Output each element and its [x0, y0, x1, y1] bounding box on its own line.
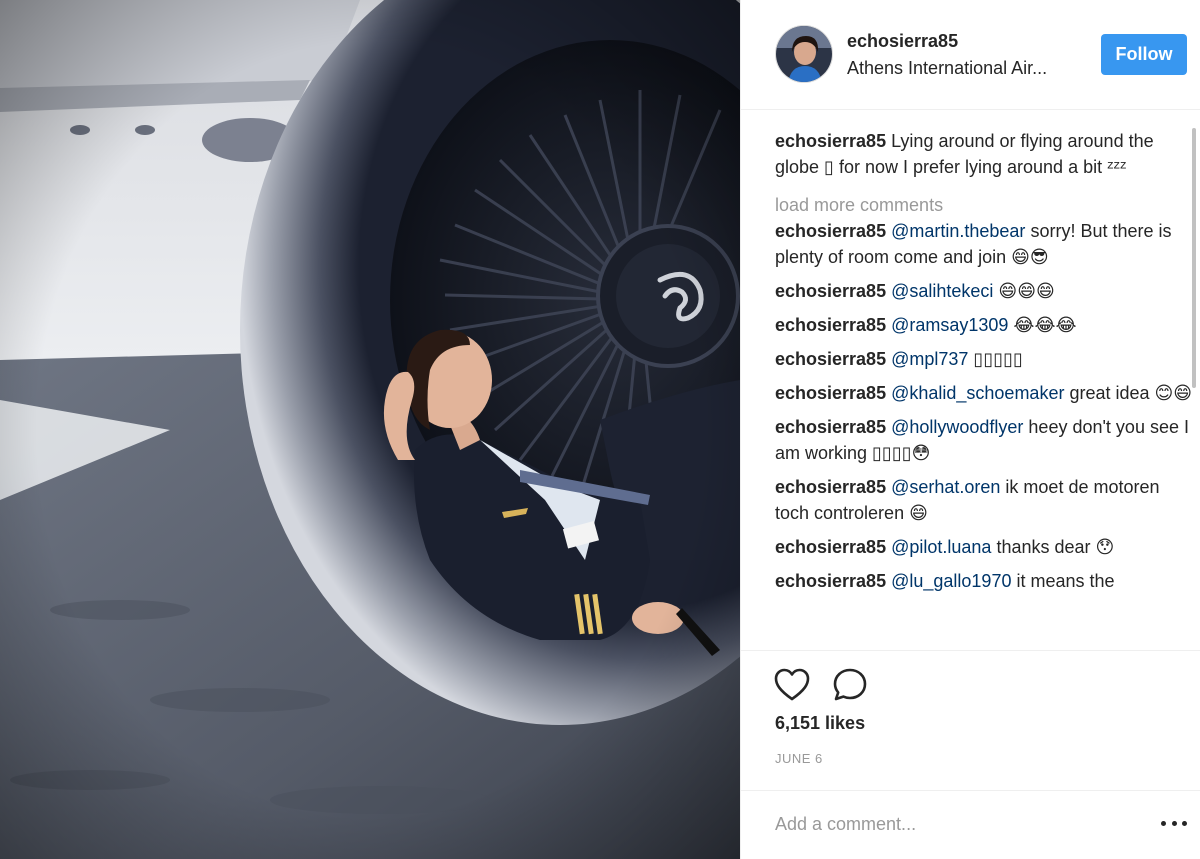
comment-mention[interactable]: @salihtekeci — [891, 281, 993, 301]
comment-text: great idea 😊😄 — [1064, 383, 1193, 403]
post-date[interactable]: JUNE 6 — [775, 751, 823, 766]
post-location[interactable]: Athens International Air... — [847, 58, 1079, 79]
comment-item: echosierra85 @martin.thebear sorry! But … — [775, 218, 1193, 270]
post-actions: 6,151 likes JUNE 6 — [741, 650, 1200, 790]
comment-username[interactable]: echosierra85 — [775, 417, 886, 437]
comment-item: echosierra85 @serhat.oren ik moet de mot… — [775, 474, 1193, 526]
comment-text: 😄😄😄 — [993, 281, 1055, 301]
comment-mention[interactable]: @khalid_schoemaker — [891, 383, 1064, 403]
more-dot — [1182, 820, 1187, 826]
comment-item: echosierra85 @hollywoodflyer heey don't … — [775, 414, 1193, 466]
photo-illustration — [0, 0, 740, 859]
comment-item: echosierra85 @khalid_schoemaker great id… — [775, 380, 1193, 406]
comment-mention[interactable]: @serhat.oren — [891, 477, 1000, 497]
comment-item: echosierra85 @pilot.luana thanks dear 😯 — [775, 534, 1193, 560]
comment-username[interactable]: echosierra85 — [775, 537, 886, 557]
post-username[interactable]: echosierra85 — [847, 31, 958, 52]
comment-username[interactable]: echosierra85 — [775, 383, 886, 403]
avatar[interactable] — [775, 25, 833, 83]
comment-thread: echosierra85 @martin.thebear sorry! But … — [775, 218, 1193, 594]
post-side-panel: echosierra85 Athens International Air...… — [740, 0, 1200, 859]
comments-list[interactable]: echosierra85 Lying around or flying arou… — [775, 128, 1193, 650]
comment-mention[interactable]: @martin.thebear — [891, 221, 1025, 241]
caption-username[interactable]: echosierra85 — [775, 131, 886, 151]
comment-mention[interactable]: @lu_gallo1970 — [891, 571, 1011, 591]
comment-username[interactable]: echosierra85 — [775, 315, 886, 335]
comment-text: 😂😂😂 — [1008, 315, 1077, 335]
comment-mention[interactable]: @ramsay1309 — [891, 315, 1008, 335]
more-options-icon[interactable] — [1161, 811, 1187, 835]
more-dot — [1171, 820, 1177, 826]
likes-count[interactable]: 6,151 likes — [775, 713, 865, 734]
comment-text: ▯▯▯▯▯ — [968, 349, 1023, 369]
comment-item: echosierra85 @salihtekeci 😄😄😄 — [775, 278, 1193, 304]
comment-username[interactable]: echosierra85 — [775, 281, 886, 301]
comment-username[interactable]: echosierra85 — [775, 221, 886, 241]
post-header: echosierra85 Athens International Air...… — [741, 0, 1200, 110]
more-dot — [1161, 820, 1166, 826]
speech-bubble-icon[interactable] — [831, 666, 869, 704]
comment-username[interactable]: echosierra85 — [775, 349, 886, 369]
avatar-image — [776, 26, 832, 82]
follow-button[interactable]: Follow — [1101, 34, 1187, 75]
comment-mention[interactable]: @pilot.luana — [891, 537, 991, 557]
heart-icon[interactable] — [773, 666, 811, 704]
add-comment-input[interactable] — [775, 807, 1135, 841]
comment-username[interactable]: echosierra85 — [775, 477, 886, 497]
comment-item: echosierra85 @lu_gallo1970 it means the — [775, 568, 1193, 594]
comment-item: echosierra85 @ramsay1309 😂😂😂 — [775, 312, 1193, 338]
comment-text: thanks dear 😯 — [991, 537, 1115, 557]
comment-text: it means the — [1011, 571, 1115, 591]
post-photo[interactable] — [0, 0, 740, 859]
comment-username[interactable]: echosierra85 — [775, 571, 886, 591]
comment-item: echosierra85 @mpl737 ▯▯▯▯▯ — [775, 346, 1193, 372]
post-caption: echosierra85 Lying around or flying arou… — [775, 128, 1193, 180]
comments-scrollbar[interactable] — [1192, 128, 1196, 388]
comment-mention[interactable]: @mpl737 — [891, 349, 968, 369]
comment-mention[interactable]: @hollywoodflyer — [891, 417, 1023, 437]
add-comment-bar — [741, 790, 1200, 859]
load-more-comments-link[interactable]: load more comments — [775, 194, 1193, 216]
